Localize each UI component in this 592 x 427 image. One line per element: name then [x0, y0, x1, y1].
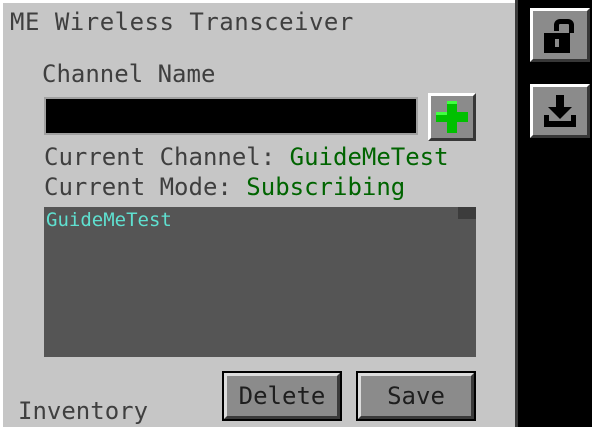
download-icon: [544, 95, 576, 127]
current-mode-label: Current Mode:: [44, 173, 247, 201]
channel-list[interactable]: GuideMeTest: [44, 207, 476, 357]
current-channel-value: GuideMeTest: [289, 143, 449, 171]
current-channel-label: Current Channel:: [44, 143, 290, 171]
current-mode-value: Subscribing: [246, 173, 406, 201]
window-title: ME Wireless Transceiver: [10, 8, 354, 36]
add-channel-button[interactable]: [428, 93, 476, 141]
delete-button[interactable]: Delete: [222, 371, 342, 421]
save-button[interactable]: Save: [356, 371, 476, 421]
plus-icon: [436, 101, 468, 133]
current-channel-status: Current Channel: GuideMeTest: [44, 143, 449, 171]
inventory-label: Inventory: [18, 397, 149, 425]
list-scrollbar[interactable]: [458, 207, 476, 219]
channel-name-input[interactable]: [44, 97, 418, 135]
current-mode-status: Current Mode: Subscribing: [44, 173, 405, 201]
unlock-icon: [544, 19, 574, 53]
channel-list-item[interactable]: GuideMeTest: [46, 209, 172, 231]
channel-name-label: Channel Name: [42, 60, 216, 88]
gui-panel: ME Wireless Transceiver Channel Name Cur…: [0, 0, 518, 427]
download-button[interactable]: [530, 84, 590, 138]
lock-toggle-button[interactable]: [530, 8, 590, 62]
